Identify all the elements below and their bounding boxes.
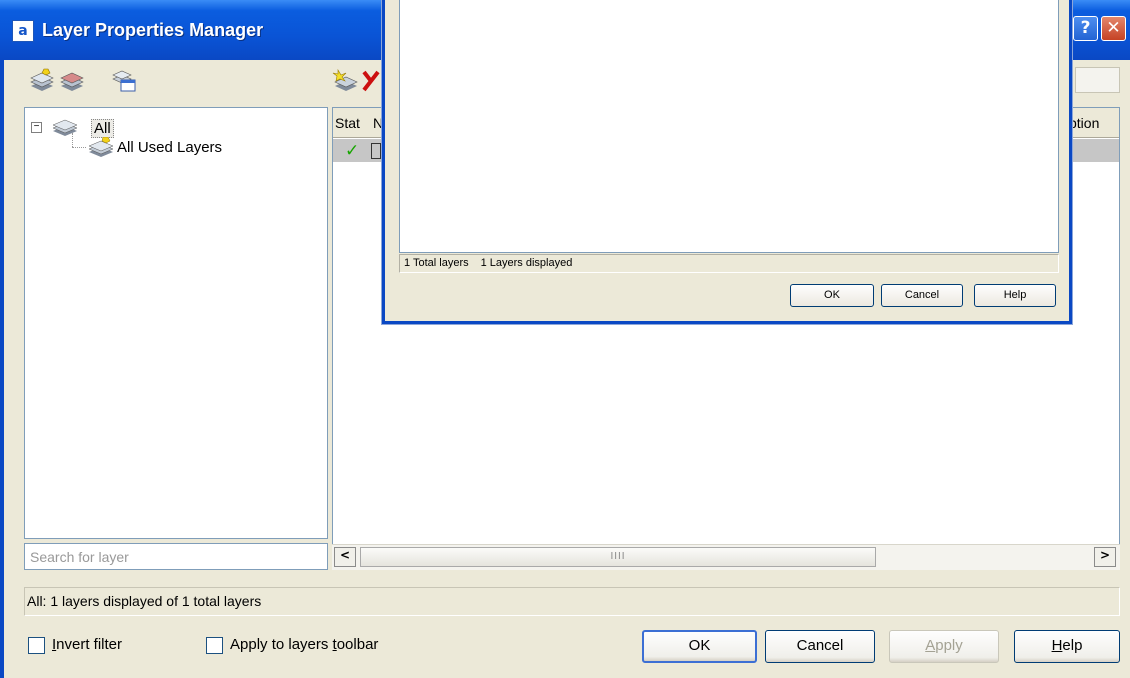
horizontal-scrollbar[interactable]: < IIII > [332, 544, 1120, 570]
column-header-status[interactable]: Stat [335, 115, 360, 131]
invert-filter-label[interactable]: Invert filter [52, 636, 122, 653]
tree-node-label: All Used Layers [117, 139, 223, 156]
close-caption-button[interactable]: ✕ [1101, 16, 1126, 41]
filter-tree[interactable]: − All All Used Layers [24, 107, 328, 539]
invert-filter-checkbox[interactable] [28, 637, 45, 654]
total-layers-count: 1 Total layers [404, 257, 469, 269]
property-filter-icon [88, 137, 114, 157]
accelerator-key: H [1051, 637, 1063, 654]
filter-toolbar [24, 60, 146, 102]
new-group-filter-icon[interactable] [58, 67, 86, 95]
label-text: oolbar [336, 636, 379, 653]
ok-button[interactable]: OK [642, 630, 757, 663]
layer-states-manager-icon[interactable] [110, 67, 138, 95]
overlay-list-area[interactable] [399, 0, 1059, 253]
new-layer-icon[interactable] [332, 67, 360, 95]
current-layer-checkmark-icon: ✓ [345, 141, 360, 160]
button-label: elp [1062, 637, 1083, 654]
accelerator-key: A [925, 637, 936, 654]
overlay-cancel-button[interactable]: Cancel [881, 284, 963, 307]
layers-icon [52, 119, 78, 136]
search-layer-input[interactable] [24, 543, 328, 570]
scroll-right-button[interactable]: > [1094, 547, 1116, 567]
column-header-description[interactable]: ption [1069, 115, 1099, 131]
cancel-button[interactable]: Cancel [765, 630, 875, 663]
scroll-thumb[interactable]: IIII [360, 547, 876, 567]
apply-to-layers-toolbar-checkbox[interactable] [206, 637, 223, 654]
label-text: nvert filter [56, 636, 123, 653]
layer-name-cell[interactable] [371, 143, 381, 159]
toolbar-field [1075, 67, 1120, 93]
app-icon: a [12, 20, 34, 42]
new-property-filter-icon[interactable] [28, 67, 56, 95]
tree-node-all[interactable]: − All [31, 118, 231, 138]
help-caption-button[interactable]: ? [1073, 16, 1098, 41]
apply-to-layers-toolbar-label[interactable]: Apply to layers toolbar [230, 636, 378, 653]
tree-connector [72, 133, 73, 147]
scroll-left-button[interactable]: < [334, 547, 356, 567]
window-title: Layer Properties Manager [42, 20, 264, 40]
tree-node-label: All [91, 119, 114, 138]
apply-button[interactable]: Apply [889, 630, 999, 663]
overlay-help-button[interactable]: Help [974, 284, 1056, 307]
displayed-layers-count: 1 Layers displayed [480, 257, 573, 269]
help-button[interactable]: Help [1014, 630, 1120, 663]
overlay-dialog[interactable]: 1 Total layers 1 Layers displayed OK Canc… [382, 0, 1072, 324]
tree-node-all-used-layers[interactable]: All Used Layers [87, 137, 307, 158]
overlay-ok-button[interactable]: OK [790, 284, 874, 307]
label-text: Apply to layers [230, 636, 333, 653]
overlay-status-bar: 1 Total layers 1 Layers displayed [399, 254, 1059, 273]
button-label: pply [935, 637, 963, 654]
tree-connector [72, 147, 86, 148]
tree-expand-toggle[interactable]: − [31, 122, 42, 133]
status-bar: All: 1 layers displayed of 1 total layer… [24, 587, 1120, 616]
window-frame [0, 60, 4, 678]
